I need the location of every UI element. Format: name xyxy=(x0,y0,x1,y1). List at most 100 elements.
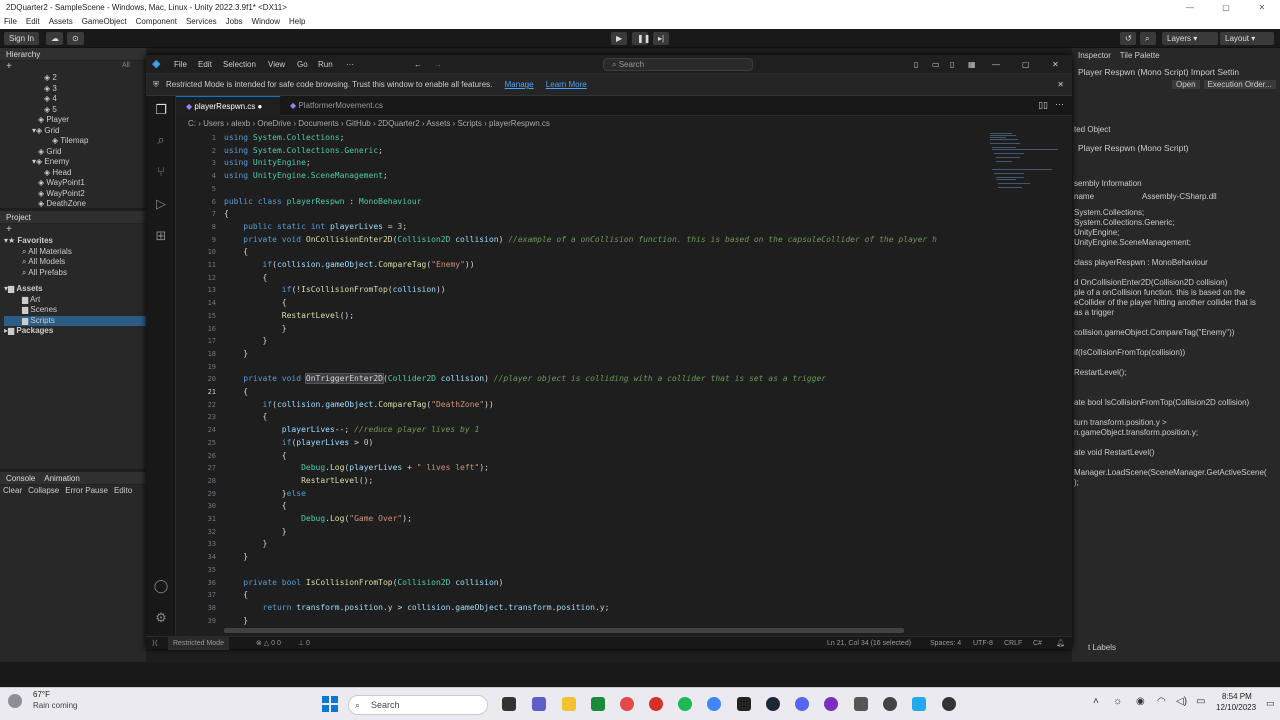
code-line[interactable]: if(!IsCollisionFromTop(collision)) xyxy=(224,284,446,296)
breadcrumb-segment[interactable]: Assets xyxy=(426,119,450,128)
customize-layout-icon[interactable]: ▦ xyxy=(968,55,976,74)
menu-file[interactable]: File xyxy=(4,15,17,29)
wifi-icon[interactable]: ◠ xyxy=(1157,696,1166,707)
code-line[interactable]: if(playerLives > 0) xyxy=(224,437,374,449)
forward-arrow-icon[interactable]: → xyxy=(434,55,442,74)
close-icon[interactable]: ✕ xyxy=(1244,0,1280,15)
breadcrumb-segment[interactable]: 2DQuarter2 xyxy=(378,119,420,128)
code-line[interactable]: { xyxy=(224,589,248,601)
close-icon[interactable]: ✕ xyxy=(1052,55,1059,74)
volume-icon[interactable]: ◁) xyxy=(1176,696,1187,707)
battery-icon[interactable]: ▭ xyxy=(1196,696,1205,707)
menu-services[interactable]: Services xyxy=(186,15,217,29)
ports-status[interactable]: ⊥ 0 xyxy=(298,637,310,650)
vscode-taskbar-icon[interactable] xyxy=(912,697,926,711)
vs-menu-edit[interactable]: Edit xyxy=(198,55,212,74)
code-line[interactable]: private bool IsCollisionFromTop(Collisio… xyxy=(224,577,503,589)
vs-menu-run[interactable]: Run xyxy=(318,55,333,74)
asset-folder[interactable]: ▆ Scenes xyxy=(4,305,146,316)
tray-app-icon[interactable]: ☼ xyxy=(1113,696,1122,707)
code-line[interactable]: private void OnTriggerEnter2D(Collider2D… xyxy=(224,373,826,385)
weather-temp[interactable]: 67°F xyxy=(33,690,50,699)
horizontal-scrollbar[interactable] xyxy=(224,628,904,633)
breadcrumb-segment[interactable]: C: xyxy=(188,119,196,128)
weather-text[interactable]: Rain coming xyxy=(33,701,77,710)
hierarchy-item[interactable]: ◈ Head xyxy=(44,168,146,179)
menu-edit[interactable]: Edit xyxy=(26,15,40,29)
app-icon-gray[interactable] xyxy=(854,697,868,711)
clear-button[interactable]: Clear xyxy=(3,485,22,497)
restricted-mode-status[interactable]: Restricted Mode xyxy=(168,637,229,650)
code-line[interactable]: } xyxy=(224,615,248,627)
unity-hub-icon[interactable] xyxy=(883,697,897,711)
spotify-icon[interactable] xyxy=(678,697,692,711)
menu-window[interactable]: Window xyxy=(252,15,280,29)
collapse-button[interactable]: Collapse xyxy=(28,485,59,497)
code-line[interactable]: public class playerRespwn : MonoBehaviou… xyxy=(224,196,422,208)
execution-order-button[interactable]: Execution Order... xyxy=(1203,80,1276,89)
vs-menu-view[interactable]: View xyxy=(268,55,285,74)
code-line[interactable]: { xyxy=(224,208,229,220)
hierarchy-item[interactable]: ◈ 3 xyxy=(44,84,146,95)
taskbar-search[interactable]: ⌕ Search xyxy=(348,695,488,715)
code-line[interactable]: }else xyxy=(224,488,306,500)
hierarchy-item[interactable]: ◈ Grid xyxy=(38,147,146,158)
problems-status[interactable]: ⊗ △ 0 0 xyxy=(256,637,281,650)
toggle-panel-icon[interactable]: ▭ xyxy=(932,55,940,74)
code-line[interactable]: using System.Collections.Generic; xyxy=(224,145,383,157)
layers-dropdown[interactable]: Layers ▾ xyxy=(1162,32,1218,45)
sign-in-button[interactable]: Sign In xyxy=(4,32,39,45)
eol-status[interactable]: CRLF xyxy=(1004,637,1022,650)
chrome-icon[interactable] xyxy=(707,697,721,711)
hierarchy-item[interactable]: ◈ 5 xyxy=(44,105,146,116)
code-line[interactable]: RestartLevel(); xyxy=(224,310,354,322)
breadcrumb-segment[interactable]: OneDrive xyxy=(257,119,291,128)
breadcrumb-segment[interactable]: Documents xyxy=(298,119,338,128)
code-line[interactable]: } xyxy=(224,526,287,538)
code-line[interactable]: Debug.Log(playerLives + " lives left"); xyxy=(224,462,489,474)
weather-icon[interactable] xyxy=(8,694,22,708)
open-button[interactable]: Open xyxy=(1172,80,1200,89)
console-tab[interactable]: Console xyxy=(6,474,35,483)
file-explorer-icon[interactable] xyxy=(562,697,576,711)
unsaved-dot-icon[interactable]: ● xyxy=(258,102,263,111)
minimize-icon[interactable]: — xyxy=(992,55,1000,74)
learn-more-link[interactable]: Learn More xyxy=(546,80,587,89)
menu-component[interactable]: Component xyxy=(136,15,177,29)
breadcrumb-segment[interactable]: Users xyxy=(203,119,224,128)
breadcrumb-segment[interactable]: GitHub xyxy=(346,119,371,128)
manage-link[interactable]: Manage xyxy=(505,80,534,89)
code-line[interactable]: { xyxy=(224,386,248,398)
collab-icon[interactable]: ⊙ xyxy=(67,32,84,45)
code-line[interactable]: { xyxy=(224,246,248,258)
vs-menu-file[interactable]: File xyxy=(174,55,187,74)
store-icon[interactable] xyxy=(591,697,605,711)
minimize-icon[interactable]: — xyxy=(1172,0,1208,15)
project-tab[interactable]: Project xyxy=(0,211,146,224)
error-pause-button[interactable]: Error Pause xyxy=(65,485,108,497)
tray-app-icon[interactable]: ◉ xyxy=(1136,696,1145,707)
code-line[interactable]: { xyxy=(224,272,268,284)
split-editor-icon[interactable]: ▯▯ xyxy=(1038,100,1048,111)
add-icon[interactable]: + xyxy=(6,61,12,72)
code-line[interactable]: using UnityEngine; xyxy=(224,157,311,169)
tray-chevron-icon[interactable]: ˄ xyxy=(1093,696,1099,707)
code-line[interactable]: private void OnCollisionEnter2D(Collisio… xyxy=(224,234,937,246)
add-icon[interactable]: + xyxy=(6,224,12,235)
hierarchy-item[interactable]: ◈ WayPoint2 xyxy=(38,189,146,200)
vs-menu-more[interactable]: ··· xyxy=(346,55,354,74)
code-line[interactable]: } xyxy=(224,323,287,335)
code-editor[interactable]: using System.Collections; using System.Co… xyxy=(224,132,1054,634)
step-button[interactable]: ▸| xyxy=(653,32,669,45)
clock-time[interactable]: 8:54 PM xyxy=(1222,692,1252,701)
packages-folder[interactable]: ▸▆ Packages xyxy=(4,326,146,337)
asset-folder[interactable]: ▆ Art xyxy=(4,295,146,306)
toggle-secondary-icon[interactable]: ▯ xyxy=(950,55,954,74)
play-button[interactable]: ▶ xyxy=(611,32,627,45)
code-line[interactable]: if(collision.gameObject.CompareTag("Enem… xyxy=(224,259,475,271)
breadcrumb-segment[interactable]: Scripts xyxy=(457,119,481,128)
code-line[interactable]: } xyxy=(224,538,268,550)
editor-dropdown[interactable]: Edito xyxy=(114,485,132,497)
code-line[interactable]: } xyxy=(224,335,268,347)
menu-jobs[interactable]: Jobs xyxy=(226,15,243,29)
